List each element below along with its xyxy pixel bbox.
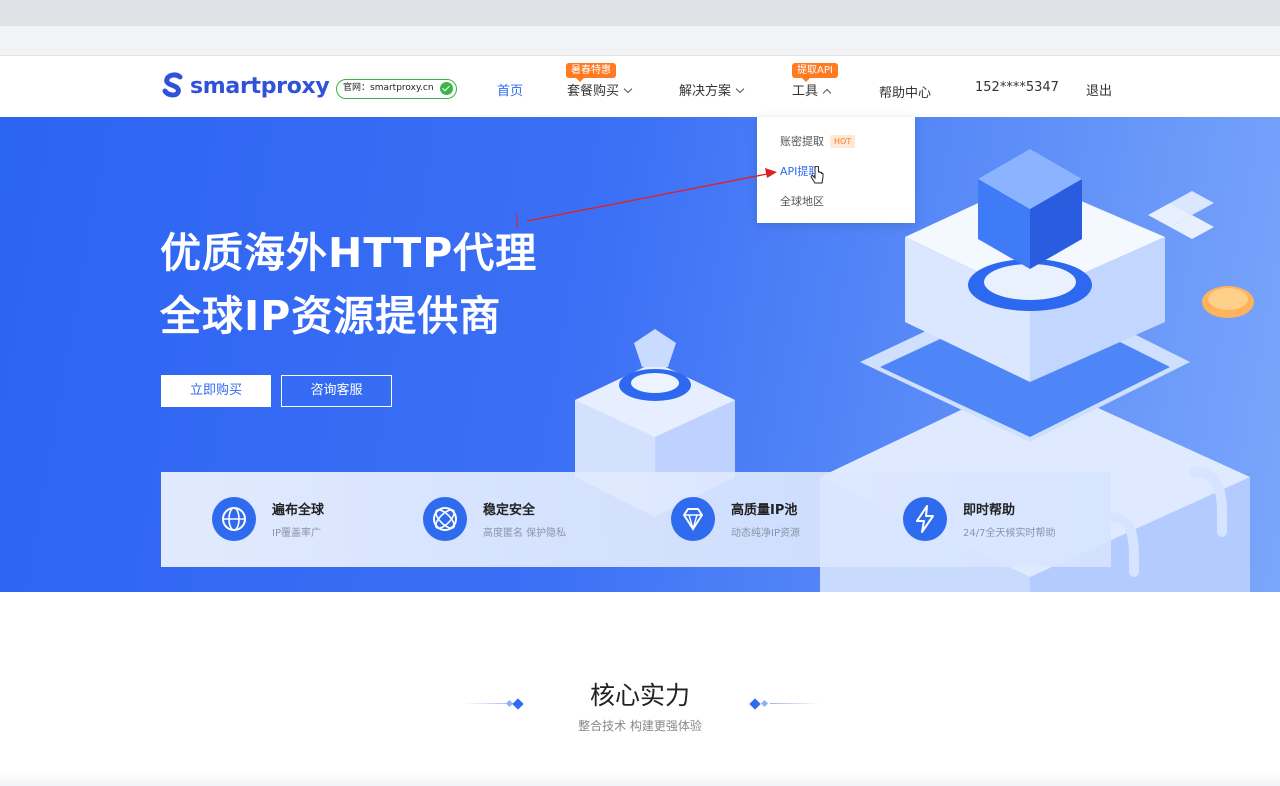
feature-subtitle: 24/7全天候实时帮助 <box>963 528 1056 539</box>
official-site-text: 官网：smartproxy.cn <box>343 83 434 93</box>
dropdown-item-label: 全球地区 <box>780 195 824 208</box>
hero-title-line2: 全球IP资源提供商 <box>160 292 502 340</box>
nav-user-phone-label: 152****5347 <box>975 80 1059 95</box>
nav-tools-label: 工具 <box>792 84 819 99</box>
nav-solutions-label: 解决方案 <box>679 84 732 99</box>
feature-bar: 遍布全球 IP覆盖率广 稳定安全 高度匿名 保护隐私 高质量IP池 动态纯净IP… <box>161 472 1111 567</box>
globe-icon <box>212 497 256 541</box>
feature-title: 遍布全球 <box>272 503 325 518</box>
section-title: 核心实力 <box>589 681 690 710</box>
nav-tools[interactable]: 工具 <box>792 80 832 99</box>
section-subtitle: 整合技术 构建更强体验 <box>578 719 702 733</box>
diamond-icon <box>671 497 715 541</box>
nav-home-label: 首页 <box>497 84 524 99</box>
feature-subtitle: 高度匿名 保护隐私 <box>483 528 567 539</box>
mouse-pointer-hand-icon <box>810 166 824 184</box>
hot-badge: HOT <box>830 135 856 148</box>
chevron-down-icon <box>735 84 745 94</box>
feature-title: 高质量IP池 <box>731 503 798 518</box>
hero-banner: 优质海外HTTP代理 全球IP资源提供商 立即购买 咨询客服 遍布全球 IP覆盖… <box>0 117 1280 592</box>
feature-title: 即时帮助 <box>963 503 1016 518</box>
atom-icon <box>423 497 467 541</box>
logo[interactable]: smartproxy <box>160 71 330 101</box>
chevron-down-icon <box>623 84 633 94</box>
feature-subtitle: IP覆盖率广 <box>272 528 321 539</box>
browser-tab-strip <box>0 0 1280 26</box>
nav-home[interactable]: 首页 <box>497 80 523 99</box>
nav-help-center-label: 帮助中心 <box>879 86 932 101</box>
nav-tools-api-tag: 提取API <box>792 63 838 82</box>
dropdown-item-global-regions[interactable]: 全球地区 <box>780 193 824 209</box>
next-section-edge <box>0 772 1280 786</box>
nav-plans-label: 套餐购买 <box>567 84 620 99</box>
nav-user-phone[interactable]: 152****5347 <box>975 80 1059 95</box>
dropdown-item-credential-extract[interactable]: 账密提取 HOT <box>780 133 856 149</box>
site-header: smartproxy 官网：smartproxy.cn 首页 暑春特惠 套餐购买… <box>0 57 1280 117</box>
nav-help-center[interactable]: 帮助中心 <box>879 82 931 101</box>
lightning-icon <box>903 497 947 541</box>
smartproxy-logo-icon <box>162 72 183 98</box>
feature-subtitle: 动态纯净IP资源 <box>731 528 800 539</box>
official-site-badge: 官网：smartproxy.cn <box>336 79 457 99</box>
hero-title-line1: 优质海外HTTP代理 <box>160 229 538 277</box>
nav-solutions[interactable]: 解决方案 <box>679 80 745 99</box>
decorative-line-right <box>770 703 820 704</box>
browser-bookmark-bar <box>0 26 1280 56</box>
check-circle-icon <box>439 82 453 95</box>
buy-now-button[interactable]: 立即购买 <box>161 375 271 407</box>
dropdown-item-label: 账密提取 <box>780 135 824 148</box>
nav-plans-promo-tag: 暑春特惠 <box>566 63 616 82</box>
logo-text: smartproxy <box>190 73 330 99</box>
tools-dropdown-menu: 账密提取 HOT API提取 全球地区 <box>757 117 915 223</box>
consult-service-button[interactable]: 咨询客服 <box>281 375 392 407</box>
nav-plans[interactable]: 套餐购买 <box>567 80 633 99</box>
feature-title: 稳定安全 <box>483 503 536 518</box>
chevron-up-icon <box>822 88 832 98</box>
nav-logout[interactable]: 退出 <box>1086 80 1112 99</box>
nav-logout-label: 退出 <box>1086 84 1113 99</box>
